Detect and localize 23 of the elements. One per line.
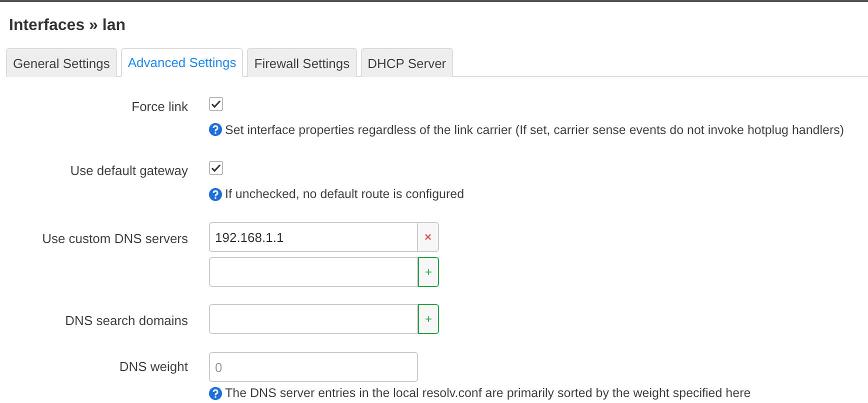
tab[interactable]: DHCP Server <box>360 48 454 76</box>
page-title: Interfaces » lan <box>9 16 126 36</box>
help-text: The DNS server entries in the local resolv.conf are primarily sorted by the weight specified here <box>225 385 751 402</box>
help-icon <box>209 123 222 136</box>
help-text: If unchecked, no default route is configured <box>225 186 464 204</box>
field-label: Use custom DNS servers <box>41 230 188 248</box>
checkbox[interactable] <box>209 161 223 176</box>
field-label: Force link <box>130 98 188 116</box>
help-text: Set interface properties regardless of the link carrier (If set, carrier sense events do not invoke hotplug handlers) <box>225 122 844 139</box>
help-icon <box>209 386 222 400</box>
input-field[interactable] <box>209 304 418 334</box>
checkbox[interactable] <box>209 96 223 110</box>
tab[interactable]: General Settings <box>6 48 117 76</box>
input-field[interactable] <box>209 257 418 287</box>
field-label: DNS weight <box>118 358 188 376</box>
field-label: Use default gateway <box>69 162 188 180</box>
field-label: DNS search domains <box>64 312 188 330</box>
input-field[interactable]: 0 <box>209 352 418 382</box>
remove-button[interactable]: × <box>418 222 439 252</box>
help-icon <box>209 188 222 202</box>
tab[interactable]: Firewall Settings <box>247 48 357 76</box>
tab[interactable]: Advanced Settings <box>120 48 244 76</box>
input-field[interactable]: 192.168.1.1 <box>209 222 418 252</box>
